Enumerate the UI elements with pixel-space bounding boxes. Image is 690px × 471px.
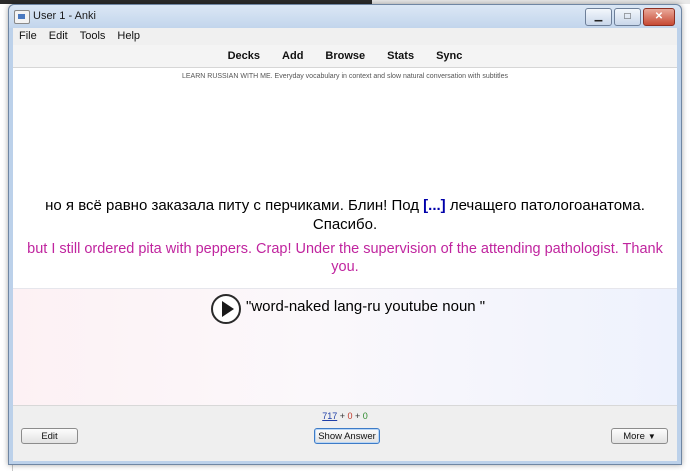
toolbar-stats[interactable]: Stats: [387, 50, 414, 62]
menu-tools[interactable]: Tools: [74, 28, 112, 45]
show-answer-button[interactable]: Show Answer: [314, 428, 380, 444]
edit-button[interactable]: Edit: [21, 428, 78, 444]
toolbar-add[interactable]: Add: [282, 50, 303, 62]
window-controls: ▁ □ ✕: [585, 8, 675, 26]
russian-before: но я всё равно заказала питу с перчиками…: [45, 197, 424, 214]
maximize-button[interactable]: □: [614, 8, 641, 26]
anki-icon: [14, 10, 30, 24]
title-bar[interactable]: User 1 - Anki ▁ □ ✕: [9, 5, 681, 28]
menu-edit[interactable]: Edit: [43, 28, 74, 45]
count-review: 0: [362, 411, 368, 421]
toolbar-decks[interactable]: Decks: [228, 50, 260, 62]
cloze-blank: [...]: [423, 197, 446, 214]
review-footer: 717 + 0 + 0 Edit Show Answer More ▼: [13, 405, 677, 461]
toolbar: Decks Add Browse Stats Sync: [13, 45, 677, 68]
menu-help[interactable]: Help: [111, 28, 146, 45]
menu-file[interactable]: File: [13, 28, 43, 45]
english-translation: but I still ordered pita with peppers. C…: [27, 241, 663, 275]
count-new: 717: [322, 411, 338, 421]
window-title: User 1 - Anki: [33, 10, 96, 22]
anki-window: User 1 - Anki ▁ □ ✕ File Edit Tools Help…: [8, 4, 682, 465]
card-header: LEARN RUSSIAN WITH ME. Everyday vocabula…: [181, 73, 509, 80]
more-button[interactable]: More ▼: [611, 428, 668, 444]
play-icon[interactable]: [211, 294, 241, 324]
chevron-down-icon: ▼: [647, 431, 656, 441]
sound-tag-text: "word-naked lang-ru youtube noun ": [246, 298, 486, 315]
close-button[interactable]: ✕: [643, 8, 675, 26]
russian-sentence: но я всё равно заказала питу с перчиками…: [25, 196, 665, 234]
due-counts: 717 + 0 + 0: [13, 411, 677, 421]
more-label: More: [623, 430, 645, 442]
card-question: LEARN RUSSIAN WITH ME. Everyday vocabula…: [13, 68, 677, 288]
toolbar-sync[interactable]: Sync: [436, 50, 462, 62]
main-area: Decks Add Browse Stats Sync LEARN RUSSIA…: [13, 45, 677, 461]
count-sep-2: +: [352, 411, 363, 421]
count-sep-1: +: [337, 411, 348, 421]
toolbar-browse[interactable]: Browse: [325, 50, 365, 62]
card-audio-area: "word-naked lang-ru youtube noun ": [13, 288, 677, 406]
menu-bar: File Edit Tools Help: [13, 28, 677, 45]
minimize-button[interactable]: ▁: [585, 8, 612, 26]
